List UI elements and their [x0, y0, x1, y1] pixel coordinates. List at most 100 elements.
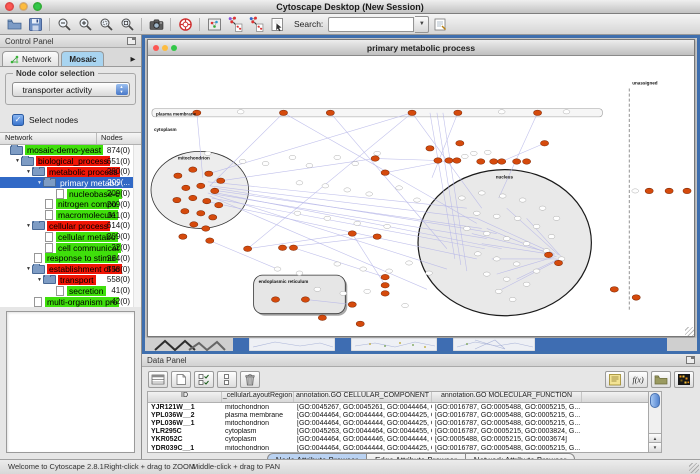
node[interactable]	[324, 216, 331, 220]
zoom-out-button[interactable]	[54, 16, 74, 33]
tree-row-secretion[interactable]: secretion41(0)	[0, 285, 141, 296]
node[interactable]	[182, 185, 190, 190]
node[interactable]	[318, 315, 326, 320]
node[interactable]	[509, 297, 516, 301]
node[interactable]	[274, 267, 281, 271]
node[interactable]	[540, 141, 548, 146]
node[interactable]	[484, 150, 491, 154]
node[interactable]	[645, 188, 653, 193]
node[interactable]	[371, 156, 379, 161]
node[interactable]	[456, 141, 464, 146]
node[interactable]	[563, 110, 570, 114]
node[interactable]	[454, 110, 462, 115]
column-header-cellularlayoutregion[interactable]: _cellularLayoutRegion	[222, 392, 294, 402]
column-header-annotation-go-cellular-component[interactable]: annotation.GO CELLULAR_COMPONENT	[294, 392, 432, 402]
node[interactable]	[381, 291, 389, 296]
node[interactable]	[470, 151, 477, 155]
column-header-id[interactable]: ID	[148, 392, 222, 402]
search-input[interactable]	[328, 17, 414, 32]
node[interactable]	[434, 158, 442, 163]
node[interactable]	[374, 151, 381, 155]
tree-row-metabolic-process[interactable]: ▼metabolic process280(0)	[0, 167, 141, 178]
node[interactable]	[262, 161, 269, 165]
node[interactable]	[381, 283, 389, 288]
node[interactable]	[189, 167, 197, 172]
help-button[interactable]	[175, 16, 195, 33]
node[interactable]	[453, 158, 461, 163]
vizmapper-button[interactable]	[204, 16, 224, 33]
expand-arrow-icon[interactable]: ▼	[25, 169, 32, 175]
search-dropdown-icon[interactable]: ▼	[415, 16, 429, 33]
node[interactable]	[348, 302, 356, 307]
node[interactable]	[523, 282, 530, 286]
node[interactable]	[408, 110, 416, 115]
zoom-selected-button[interactable]	[96, 16, 116, 33]
node[interactable]	[348, 231, 356, 236]
zoom-in-button[interactable]	[75, 16, 95, 33]
node[interactable]	[514, 216, 521, 220]
node[interactable]	[458, 196, 465, 200]
open-session-button[interactable]	[4, 16, 24, 33]
new-network-selected-nodes-all-edges-button[interactable]	[225, 16, 245, 33]
tab-mosaic[interactable]: Mosaic	[61, 51, 104, 66]
node[interactable]	[340, 291, 347, 295]
node[interactable]	[519, 198, 526, 202]
snapshot-button[interactable]	[146, 16, 166, 33]
node[interactable]	[294, 211, 301, 215]
node[interactable]	[523, 159, 531, 164]
scrollbar-thumb[interactable]	[650, 393, 660, 408]
node[interactable]	[366, 192, 373, 196]
node[interactable]	[493, 257, 500, 261]
table-row-ypl036w-2[interactable]: YPL036W__2plasma membrane[GO:0044464, GO…	[148, 411, 648, 419]
zoom-fit-button[interactable]	[117, 16, 137, 33]
expand-arrow-icon[interactable]: ▼	[36, 180, 43, 186]
node[interactable]	[202, 226, 210, 231]
column-header-empty[interactable]	[582, 392, 648, 402]
node[interactable]	[206, 238, 214, 243]
node[interactable]	[493, 214, 500, 218]
node[interactable]	[478, 191, 485, 195]
window-titlebar[interactable]: Cytoscape Desktop (New Session)	[0, 0, 700, 14]
tree-row-cell-communicat[interactable]: cell communicat22(0)	[0, 242, 141, 253]
node[interactable]	[344, 188, 351, 192]
node[interactable]	[296, 181, 303, 185]
node[interactable]	[513, 159, 521, 164]
node[interactable]	[544, 252, 552, 257]
node[interactable]	[314, 287, 321, 291]
node[interactable]	[278, 245, 286, 250]
node[interactable]	[215, 202, 223, 207]
table-scrollbar[interactable]: ▲ ▼	[649, 391, 662, 453]
expand-arrow-icon[interactable]: ▼	[36, 277, 43, 283]
node[interactable]	[289, 155, 296, 159]
node[interactable]	[326, 110, 334, 115]
node[interactable]	[203, 198, 211, 203]
network-frame[interactable]: primary metabolic process	[147, 39, 695, 337]
tree-row-transport[interactable]: ▼transport558(0)	[0, 275, 141, 286]
node[interactable]	[426, 146, 434, 151]
window-resize-grip[interactable]	[689, 463, 699, 473]
show-attribute-grid-button[interactable]	[148, 371, 168, 388]
node[interactable]	[445, 158, 453, 163]
new-network-selected-nodes-selected-edges-button[interactable]	[246, 16, 266, 33]
select-attributes-button[interactable]	[194, 371, 214, 388]
node[interactable]	[474, 252, 481, 256]
tab-network[interactable]: Network	[2, 51, 59, 66]
node[interactable]	[503, 277, 510, 281]
node[interactable]	[533, 269, 540, 273]
node[interactable]	[354, 221, 361, 225]
node[interactable]	[483, 272, 490, 276]
node[interactable]	[553, 216, 560, 220]
delete-attribute-button[interactable]	[240, 371, 260, 388]
node[interactable]	[513, 262, 520, 266]
node[interactable]	[386, 269, 393, 273]
tree-row-response-to-stimul[interactable]: response to stimul264(0)	[0, 253, 141, 264]
node[interactable]	[209, 215, 217, 220]
tab-overflow-button[interactable]: ▶	[127, 55, 139, 66]
node[interactable]	[239, 159, 246, 163]
node[interactable]	[174, 173, 182, 178]
column-header-annotation-go-molecular-function[interactable]: annotation.GO MOLECULAR_FUNCTION	[432, 392, 582, 402]
node[interactable]	[271, 297, 279, 302]
save-session-button[interactable]	[25, 16, 45, 33]
node[interactable]	[523, 242, 530, 246]
node[interactable]	[179, 234, 187, 239]
